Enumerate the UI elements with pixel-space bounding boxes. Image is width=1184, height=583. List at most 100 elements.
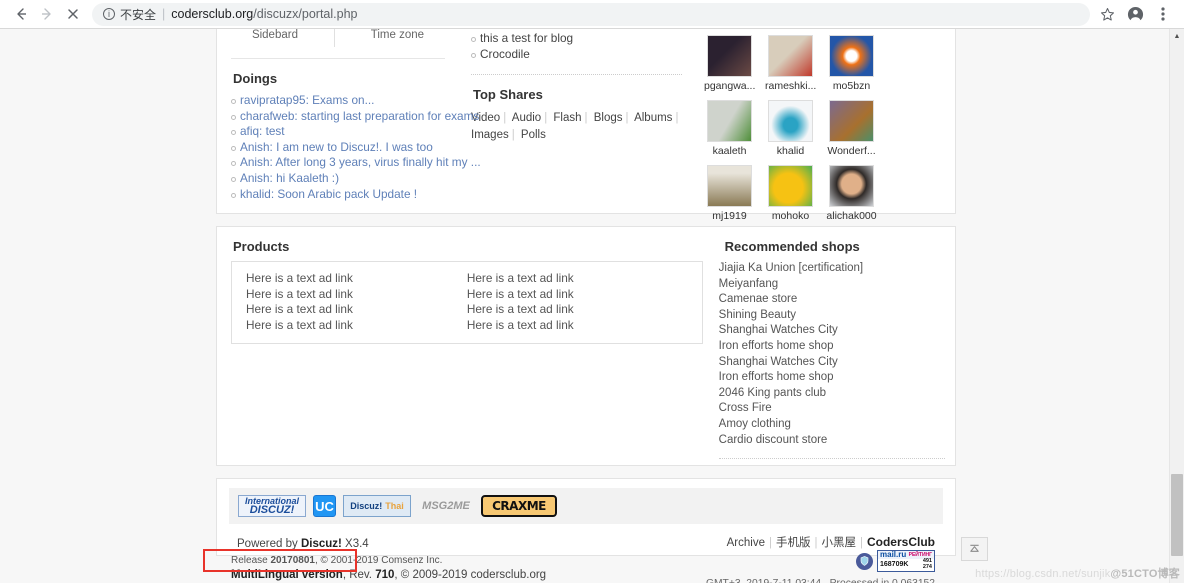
list-item[interactable]: charafweb: starting last preparation for… <box>231 109 479 125</box>
avatar-cell[interactable]: rameshki... <box>765 35 816 92</box>
list-item[interactable]: Anish: hi Kaaleth :) <box>231 171 445 187</box>
watermark: https://blog.csdn.net/sunjik@51CTO博客 <box>975 565 1180 581</box>
mailru-rating-badge[interactable]: mail.ru РЕЙТИНГ 168709K 491 274 <box>877 550 935 572</box>
address-bar[interactable]: i 不安全 | codersclub.org/discuzx/portal.ph… <box>92 2 1090 26</box>
ad-link[interactable]: Here is a text ad link <box>467 287 688 303</box>
list-item[interactable]: Camenae store <box>719 292 945 308</box>
list-item[interactable]: Shanghai Watches City <box>719 323 945 339</box>
logo-line1: MSG2ME <box>422 500 470 512</box>
avatar[interactable] <box>768 35 813 77</box>
share-link-images[interactable]: Images <box>471 129 509 141</box>
ad-link[interactable]: Here is a text ad link <box>467 302 688 318</box>
back-arrow-icon[interactable] <box>8 1 34 27</box>
list-item[interactable]: this a test for blog <box>471 31 682 47</box>
list-item[interactable]: Amoy clothing <box>719 417 945 433</box>
list-item[interactable]: 2046 King pants club <box>719 386 945 402</box>
scrollbar-thumb[interactable] <box>1171 474 1183 556</box>
avatar[interactable] <box>768 100 813 142</box>
list-item[interactable]: afiq: test <box>231 124 445 140</box>
list-item[interactable]: ravipratap95: Exams on... <box>231 93 445 109</box>
avatar[interactable] <box>707 100 752 142</box>
tab-timezone[interactable]: Time zone <box>365 29 430 41</box>
list-item[interactable]: Jiajia Ka Union [certification] <box>719 261 945 277</box>
discuz-brand[interactable]: Discuz! <box>301 538 342 550</box>
discuz-version: X3.4 <box>341 538 369 550</box>
logo-msg2me[interactable]: MSG2ME <box>418 495 474 517</box>
avatar-cell[interactable]: khalid <box>765 100 816 157</box>
scroll-to-top-icon[interactable] <box>961 537 988 561</box>
ad-link[interactable]: Here is a text ad link <box>246 318 467 334</box>
recommended-shops-title: Recommended shops <box>724 239 860 254</box>
avatar-name: mj1919 <box>712 210 747 222</box>
logo-uc-browser[interactable]: UC <box>313 495 336 517</box>
list-item[interactable]: khalid: Soon Arabic pack Update ! <box>231 187 445 203</box>
powered-prefix: Powered by <box>237 538 301 550</box>
footer-link-mobile[interactable]: 手机版 <box>776 537 811 549</box>
logo-international-discuz[interactable]: International DISCUZ! <box>238 495 306 517</box>
footer-link-archive[interactable]: Archive <box>727 537 765 549</box>
stop-loading-icon[interactable] <box>60 1 86 27</box>
ad-link[interactable]: Here is a text ad link <box>467 271 688 287</box>
avatar-name: rameshki... <box>765 80 816 92</box>
avatar-cell[interactable]: mo5bzn <box>826 35 877 92</box>
avatar-grid: pgangwa... rameshki... mo5bzn kaaleth kh… <box>704 29 924 222</box>
products-title: Products <box>233 239 290 254</box>
avatar-cell[interactable]: pgangwa... <box>704 35 755 92</box>
avatar-cell[interactable]: mj1919 <box>704 165 755 222</box>
footer-links: Archive | 手机版 | 小黑屋 | CodersClub mail.ru РЕЙТИН… <box>691 534 935 572</box>
logo-craxme[interactable]: CRAXME <box>481 495 557 517</box>
avatar[interactable] <box>829 100 874 142</box>
tab-sidebard[interactable]: Sidebard <box>246 29 304 41</box>
logo-discuz-thai[interactable]: Discuz! Thai <box>343 495 411 517</box>
list-item[interactable]: Shanghai Watches City <box>719 355 945 371</box>
avatar[interactable] <box>707 165 752 207</box>
share-link-flash[interactable]: Flash <box>553 112 581 124</box>
avatar-cell[interactable]: mohoko <box>765 165 816 222</box>
footer-right: Archive | 手机版 | 小黑屋 | CodersClub mail.ru РЕЙТИН… <box>691 534 941 583</box>
mailru-value-b: 274 <box>922 563 932 570</box>
logo-line1: UC <box>315 498 334 514</box>
avatar[interactable] <box>829 35 874 77</box>
ad-link[interactable]: Here is a text ad link <box>246 271 467 287</box>
list-item[interactable]: Shining Beauty <box>719 308 945 324</box>
browser-toolbar: i 不安全 | codersclub.org/discuzx/portal.ph… <box>0 0 1184 29</box>
ad-link[interactable]: Here is a text ad link <box>246 287 467 303</box>
share-link-albums[interactable]: Albums <box>634 112 672 124</box>
list-item[interactable]: Iron efforts home shop <box>719 339 945 355</box>
list-item[interactable]: Anish: After long 3 years, virus finally… <box>231 155 481 171</box>
mailru-brand: mail.ru <box>880 550 907 559</box>
site-name[interactable]: CodersClub <box>867 535 935 549</box>
logo-line1: Discuz! <box>350 501 383 511</box>
avatar[interactable] <box>768 165 813 207</box>
share-link-blogs[interactable]: Blogs <box>594 112 623 124</box>
list-item[interactable]: Meiyanfang <box>719 277 945 293</box>
ad-link[interactable]: Here is a text ad link <box>467 318 688 334</box>
scroll-up-arrow-icon[interactable]: ▲ <box>1170 29 1184 44</box>
shield-icon[interactable] <box>856 552 873 570</box>
avatar-cell[interactable]: kaaleth <box>704 100 755 157</box>
section-divider <box>471 74 682 76</box>
partner-logos: International DISCUZ! UC Discuz! Thai MS… <box>229 488 943 524</box>
omnibox-separator: | <box>162 7 166 21</box>
avatar-cell[interactable]: alichak000 <box>826 165 877 222</box>
security-label: 不安全 <box>120 7 157 22</box>
list-item[interactable]: Cardio discount store <box>719 433 945 449</box>
list-item[interactable]: Crocodile <box>471 47 682 63</box>
chrome-menu-icon[interactable] <box>1150 1 1176 27</box>
release-number: 20170801 <box>270 555 315 566</box>
list-item[interactable]: Anish: I am new to Discuz!. I was too <box>231 140 445 156</box>
share-link-polls[interactable]: Polls <box>521 129 546 141</box>
page-scrollbar[interactable]: ▲ <box>1169 29 1184 583</box>
list-item[interactable]: Cross Fire <box>719 401 945 417</box>
ad-link[interactable]: Here is a text ad link <box>246 302 467 318</box>
profile-avatar-icon[interactable] <box>1122 1 1148 27</box>
list-item[interactable]: Iron efforts home shop <box>719 370 945 386</box>
avatar[interactable] <box>707 35 752 77</box>
forward-arrow-icon[interactable] <box>34 1 60 27</box>
site-info-icon[interactable]: i <box>103 8 115 20</box>
share-link-audio[interactable]: Audio <box>512 112 541 124</box>
avatar-cell[interactable]: Wonderf... <box>826 100 877 157</box>
avatar[interactable] <box>829 165 874 207</box>
bookmark-star-icon[interactable] <box>1094 1 1120 27</box>
footer-link-blacklist[interactable]: 小黑屋 <box>821 537 856 549</box>
